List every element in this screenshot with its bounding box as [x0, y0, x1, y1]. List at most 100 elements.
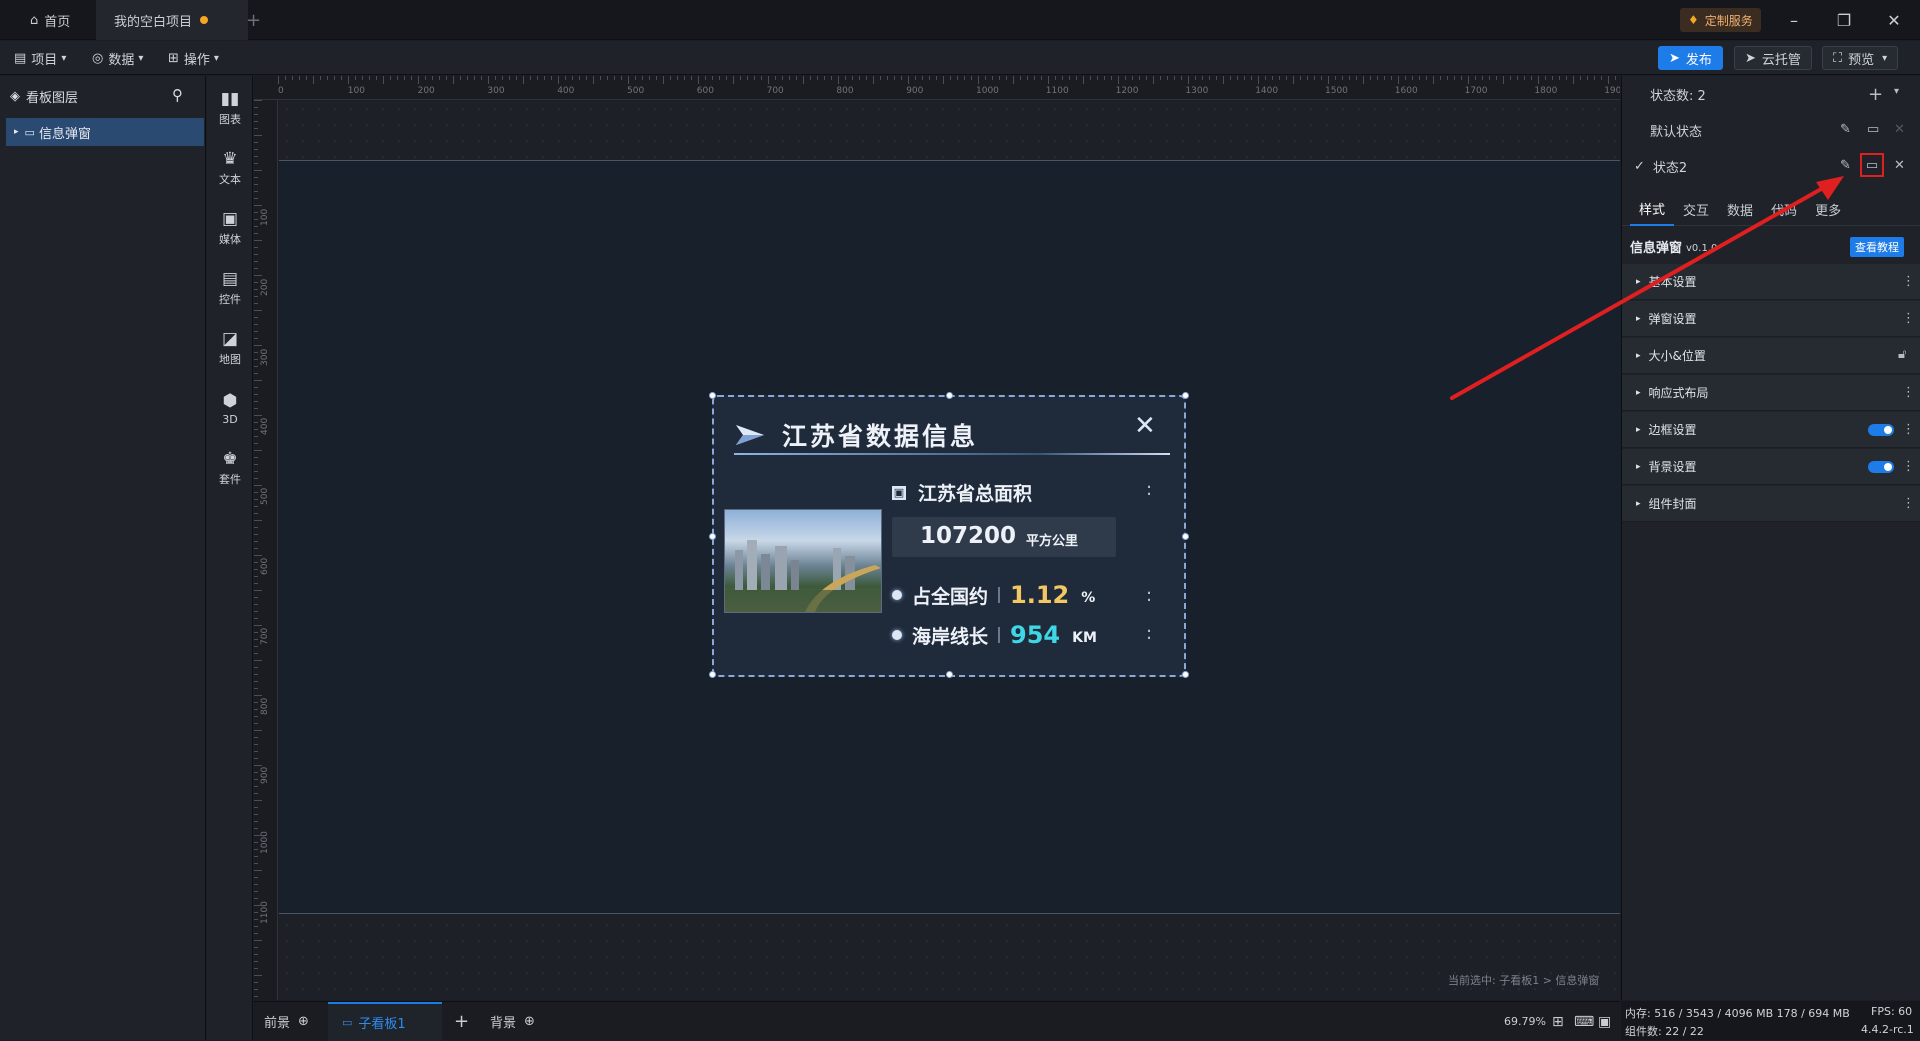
ruler-mark — [254, 464, 258, 465]
add-circle-icon[interactable]: ⊕ — [298, 1014, 309, 1029]
more-icon[interactable]: ⋮ — [1902, 459, 1915, 474]
ruler-mark — [254, 324, 258, 325]
ruler-mark — [1293, 76, 1294, 84]
resize-handle[interactable] — [709, 671, 716, 678]
ruler-mark — [978, 76, 979, 84]
ruler-mark — [691, 76, 692, 80]
state-count-row: 状态数: 2 + ▾ — [1650, 84, 1900, 105]
ruler-mark — [936, 76, 937, 80]
layers-icon: ◈ — [10, 88, 20, 104]
share-colon: : — [1146, 585, 1153, 606]
ruler-mark — [254, 639, 258, 640]
section-border[interactable]: ▸ 边框设置 ⋮ — [1622, 412, 1920, 448]
edit-icon[interactable]: ✎ — [1840, 122, 1851, 137]
suite-icon: ♚ — [222, 449, 238, 469]
close-icon[interactable]: ✕ — [1134, 411, 1156, 441]
ruler-mark — [254, 891, 258, 892]
ruler-mark — [254, 625, 262, 626]
search-icon[interactable]: ⚲ — [172, 86, 183, 104]
terminal-icon[interactable]: ▣ — [1598, 1002, 1611, 1041]
popup-title: 江苏省数据信息 — [734, 415, 1154, 455]
restore-icon[interactable]: ❐ — [1832, 8, 1856, 32]
ruler-mark — [254, 618, 258, 619]
resize-handle[interactable] — [946, 671, 953, 678]
copy-state-icon[interactable]: ▭ — [1860, 153, 1884, 177]
ruler-mark — [254, 807, 258, 808]
resize-handle[interactable] — [1182, 392, 1189, 399]
ruler-mark — [1433, 76, 1434, 84]
tab-home[interactable]: ⌂ 首页 — [12, 0, 88, 40]
tab-subboard[interactable]: ▭ 子看板1 — [328, 1002, 442, 1041]
tab-project[interactable]: 我的空白项目 — [96, 0, 248, 40]
ruler-tick: 700 — [766, 86, 784, 96]
state-default[interactable]: 默认状态 ✎ ▭ ✕ — [1622, 112, 1920, 148]
cloud-button[interactable]: ➤ 云托管 — [1734, 46, 1812, 70]
zoom-level[interactable]: 69.79% — [1504, 1002, 1546, 1041]
ruler-tick: 1800 — [1534, 86, 1558, 96]
ruler-mark — [579, 76, 580, 80]
section-cover[interactable]: ▸ 组件封面 ⋮ — [1622, 486, 1920, 522]
publish-button[interactable]: ➤ 发布 — [1658, 46, 1723, 70]
layer-item[interactable]: ▸ ▭ 信息弹窗 — [6, 118, 204, 146]
add-circle-icon[interactable]: ⊕ — [524, 1014, 535, 1029]
resize-handle[interactable] — [1182, 533, 1189, 540]
tool-suite[interactable]: ♚ 套件 — [207, 440, 253, 496]
ruler-mark — [1153, 76, 1154, 84]
minimize-icon[interactable]: – — [1782, 8, 1806, 32]
ruler-mark — [254, 786, 258, 787]
add-board-button[interactable]: + — [454, 1002, 469, 1041]
tool-3d[interactable]: ⬢ 3D — [207, 380, 253, 436]
border-toggle[interactable] — [1868, 424, 1894, 436]
menu-operation[interactable]: ⊞ 操作 ▾ — [168, 41, 219, 75]
keyboard-icon[interactable]: ⌨ — [1574, 1002, 1594, 1041]
more-icon[interactable]: ⋮ — [1902, 274, 1915, 289]
menu-project[interactable]: ▤ 项目 ▾ — [14, 41, 66, 75]
tool-text[interactable]: ♛ 文本 — [207, 140, 253, 196]
tool-map[interactable]: ◪ 地图 — [207, 320, 253, 376]
resize-handle[interactable] — [709, 392, 716, 399]
info-popup-component[interactable]: 江苏省数据信息 ✕ ▣ 江苏省总面积 : 107200 平方公里 占全国约 1.… — [709, 392, 1189, 678]
custom-service-button[interactable]: ♦ 定制服务 — [1680, 8, 1761, 32]
bottom-bar: 前景 ⊕ ▭ 子看板1 + 背景 ⊕ 69.79% ⊞ ⌨ ▣ — [254, 1001, 1620, 1041]
ruler-mark — [642, 76, 643, 80]
preview-button[interactable]: ⛶ 预览 ▾ — [1822, 46, 1899, 70]
more-icon[interactable]: ⋮ — [1902, 311, 1915, 326]
delete-icon[interactable]: ✕ — [1894, 158, 1905, 173]
section-background[interactable]: ▸ 背景设置 ⋮ — [1622, 449, 1920, 485]
ruler-mark — [845, 76, 846, 80]
copy-icon[interactable]: ▭ — [1867, 122, 1879, 137]
resize-handle[interactable] — [946, 392, 953, 399]
more-icon[interactable]: ⋮ — [1902, 385, 1915, 400]
add-state-icon[interactable]: + — [1868, 84, 1883, 105]
ruler-mark — [254, 128, 258, 129]
ruler-mark — [1496, 76, 1497, 80]
tool-media[interactable]: ▣ 媒体 — [207, 200, 253, 256]
tool-chart[interactable]: ▮▮ 图表 — [207, 80, 253, 136]
background-toggle[interactable] — [1868, 461, 1894, 473]
more-icon[interactable]: ⋮ — [1902, 496, 1915, 511]
tab-foreground[interactable]: 前景 ⊕ — [264, 1002, 309, 1041]
ruler-mark — [775, 76, 776, 80]
delete-icon[interactable]: ✕ — [1894, 122, 1905, 137]
menu-data[interactable]: ◎ 数据 ▾ — [92, 41, 143, 75]
resize-handle[interactable] — [709, 533, 716, 540]
caret-right-icon[interactable]: ▸ — [14, 127, 19, 137]
ruler-mark — [1517, 76, 1518, 80]
lock-icon[interactable]: 🔓︎ — [1898, 347, 1906, 362]
bullet-icon — [892, 630, 902, 640]
ruler-mark — [460, 76, 461, 80]
ruler-mark — [254, 198, 258, 199]
chevron-down-icon[interactable]: ▾ — [1894, 86, 1899, 97]
tool-widget[interactable]: ▤ 控件 — [207, 260, 253, 316]
ruler-mark — [1076, 76, 1077, 80]
fit-screen-icon[interactable]: ⊞ — [1552, 1002, 1564, 1041]
close-window-icon[interactable]: ✕ — [1882, 8, 1906, 32]
more-icon[interactable]: ⋮ — [1902, 422, 1915, 437]
ruler-mark — [1132, 76, 1133, 80]
database-icon: ◎ — [92, 50, 104, 66]
ruler-mark — [957, 76, 958, 80]
add-tab-button[interactable]: + — [246, 10, 261, 31]
tab-background[interactable]: 背景 ⊕ — [490, 1002, 535, 1041]
resize-handle[interactable] — [1182, 671, 1189, 678]
ruler-mark — [544, 76, 545, 80]
